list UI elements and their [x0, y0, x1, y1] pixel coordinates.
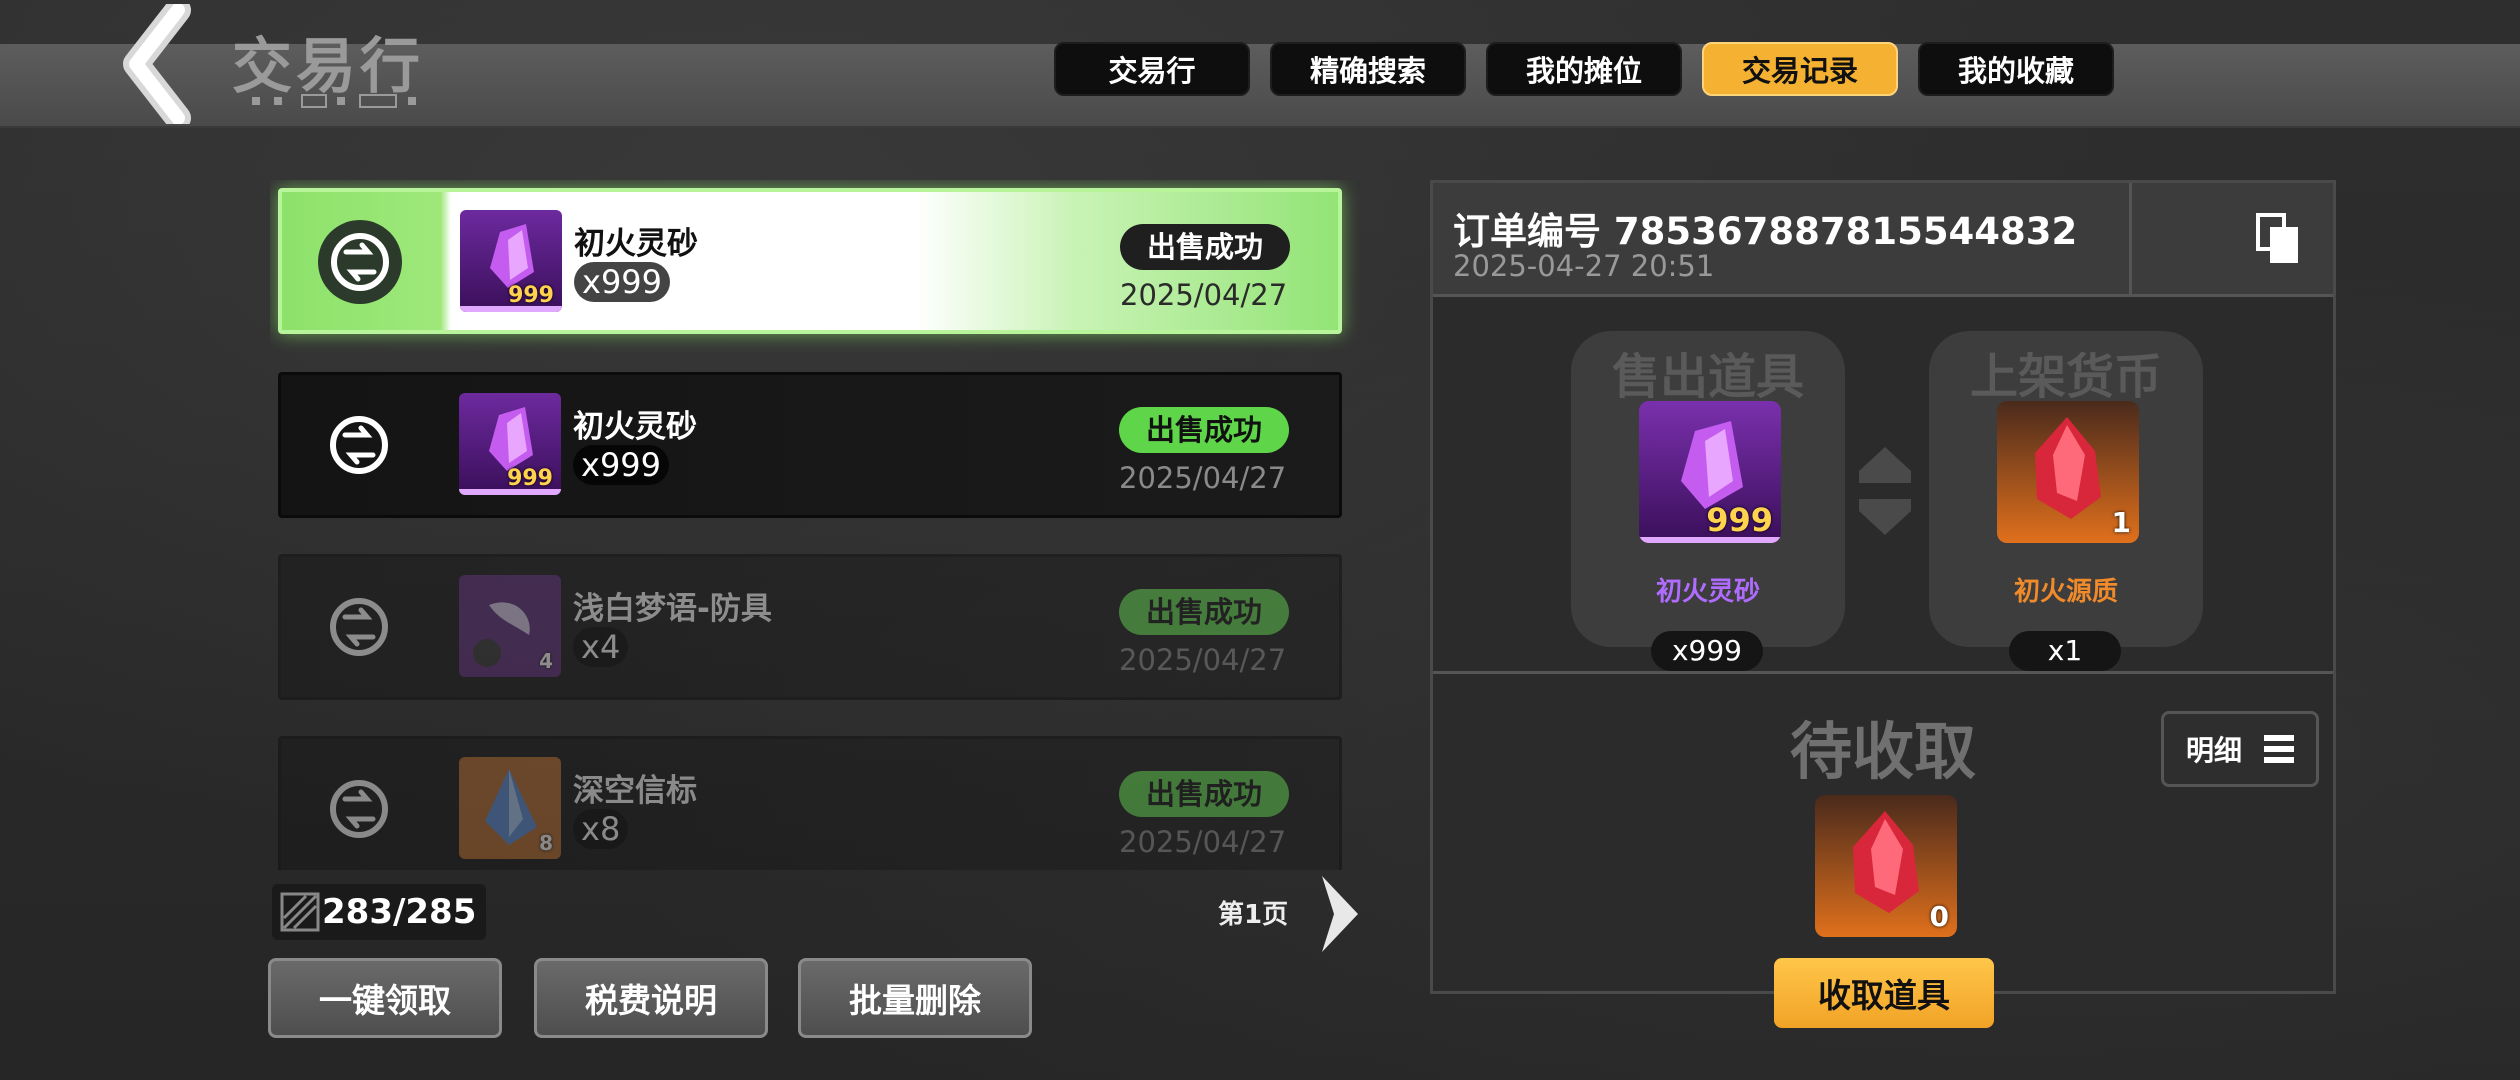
- copy-button[interactable]: [2129, 183, 2333, 294]
- item-thumbnail: 4: [459, 575, 561, 677]
- listed-currency-name: 初火源质: [2013, 577, 2118, 607]
- item-qty: x4: [573, 627, 629, 667]
- trade-cycle-icon: [330, 598, 388, 656]
- record-counter-value: 283/285: [322, 892, 477, 932]
- listed-currency-card: 上架货币 1 初火源质: [1929, 331, 2203, 647]
- record-row[interactable]: 4 浅白梦语-防具 x4 出售成功 2025/04/27: [278, 554, 1342, 700]
- item-name: 初火灵砂: [573, 409, 697, 445]
- trade-cycle-icon: [318, 220, 402, 304]
- sold-item-badge: 999: [1706, 501, 1773, 539]
- chevron-right-icon[interactable]: [1318, 874, 1360, 954]
- title-decoration: [252, 94, 416, 108]
- item-thumbnail: 999: [459, 393, 561, 495]
- item-name: 初火灵砂: [574, 226, 698, 262]
- item-qty: x999: [574, 262, 671, 302]
- collect-items-button[interactable]: 收取道具: [1774, 958, 1994, 1028]
- copy-icon: [2256, 213, 2298, 263]
- menu-icon: [2264, 735, 2295, 763]
- item-qty: x8: [573, 809, 629, 849]
- pending-item-badge: 0: [1929, 900, 1949, 933]
- item-count-badge: 999: [507, 466, 553, 491]
- item-qty: x999: [573, 445, 670, 485]
- sold-item-qty: x999: [1651, 631, 1763, 671]
- claim-all-button[interactable]: 一键领取: [268, 958, 502, 1038]
- item-count-badge: 8: [539, 831, 553, 855]
- sold-item-name: 初火灵砂: [1655, 577, 1760, 607]
- tab-market[interactable]: 交易行: [1054, 42, 1250, 96]
- listed-currency-thumbnail[interactable]: 1: [1997, 401, 2139, 543]
- sold-item-card: 售出道具 999 初火灵砂: [1571, 331, 1845, 647]
- section-divider: [1433, 671, 2333, 674]
- record-row[interactable]: 999 初火灵砂 x999 出售成功 2025/04/27: [278, 372, 1342, 518]
- status-badge: 出售成功: [1119, 771, 1289, 817]
- tab-my-stall[interactable]: 我的摊位: [1486, 42, 1682, 96]
- detail-button[interactable]: 明细: [2161, 711, 2319, 787]
- item-name: 深空信标: [573, 773, 697, 809]
- back-icon[interactable]: [118, 4, 218, 124]
- record-counter: 283/285: [272, 884, 486, 940]
- status-badge: 出售成功: [1119, 407, 1289, 453]
- status-badge: 出售成功: [1119, 589, 1289, 635]
- listed-currency-title: 上架货币: [1969, 349, 2162, 405]
- trade-cycle-icon: [330, 416, 388, 474]
- sold-item-thumbnail[interactable]: 999: [1639, 401, 1781, 543]
- order-detail-panel: 订单编号 785367887815544832 2025-04-27 20:51…: [1430, 180, 2336, 994]
- tax-info-button[interactable]: 税费说明: [534, 958, 768, 1038]
- pending-item-thumbnail[interactable]: 0: [1815, 795, 1957, 937]
- order-time: 2025-04-27 20:51: [1453, 249, 1715, 283]
- claim-all-label: 一键领取: [319, 981, 451, 1020]
- record-list[interactable]: 999 初火灵砂 x999 出售成功 2025/04/27 999 初火灵砂 x…: [270, 180, 1360, 870]
- order-number: 订单编号 785367887815544832: [1453, 210, 2078, 253]
- record-row[interactable]: 999 初火灵砂 x999 出售成功 2025/04/27: [278, 188, 1342, 334]
- item-name: 浅白梦语-防具: [573, 591, 772, 627]
- trade-cycle-icon: [330, 780, 388, 838]
- item-count-badge: 4: [539, 649, 553, 673]
- item-count-badge: 999: [508, 283, 554, 308]
- order-header: 订单编号 785367887815544832 2025-04-27 20:51: [1433, 183, 2333, 297]
- sold-item-title: 售出道具: [1611, 349, 1804, 405]
- exchange-arrows-icon: [1859, 447, 1911, 535]
- tab-trade-records[interactable]: 交易记录: [1702, 42, 1898, 96]
- record-row[interactable]: 8 深空信标 x8 出售成功 2025/04/27: [278, 736, 1342, 870]
- record-date: 2025/04/27: [1119, 825, 1287, 859]
- tab-precise-search[interactable]: 精确搜索: [1270, 42, 1466, 96]
- listed-currency-badge: 1: [2111, 506, 2131, 539]
- record-date: 2025/04/27: [1120, 278, 1288, 312]
- record-date: 2025/04/27: [1119, 461, 1287, 495]
- batch-delete-button[interactable]: 批量删除: [798, 958, 1032, 1038]
- item-thumbnail: 8: [459, 757, 561, 859]
- status-badge: 出售成功: [1120, 224, 1290, 270]
- slash-box-icon: [280, 892, 320, 932]
- listed-currency-qty: x1: [2009, 631, 2121, 671]
- tax-info-label: 税费说明: [585, 981, 717, 1020]
- batch-delete-label: 批量删除: [849, 981, 981, 1020]
- record-date: 2025/04/27: [1119, 643, 1287, 677]
- tab-favorites[interactable]: 我的收藏: [1918, 42, 2114, 96]
- detail-label: 明细: [2186, 734, 2243, 767]
- page-title: 交易行: [232, 32, 424, 102]
- page-indicator: 第1页: [1218, 900, 1289, 930]
- item-thumbnail: 999: [460, 210, 562, 312]
